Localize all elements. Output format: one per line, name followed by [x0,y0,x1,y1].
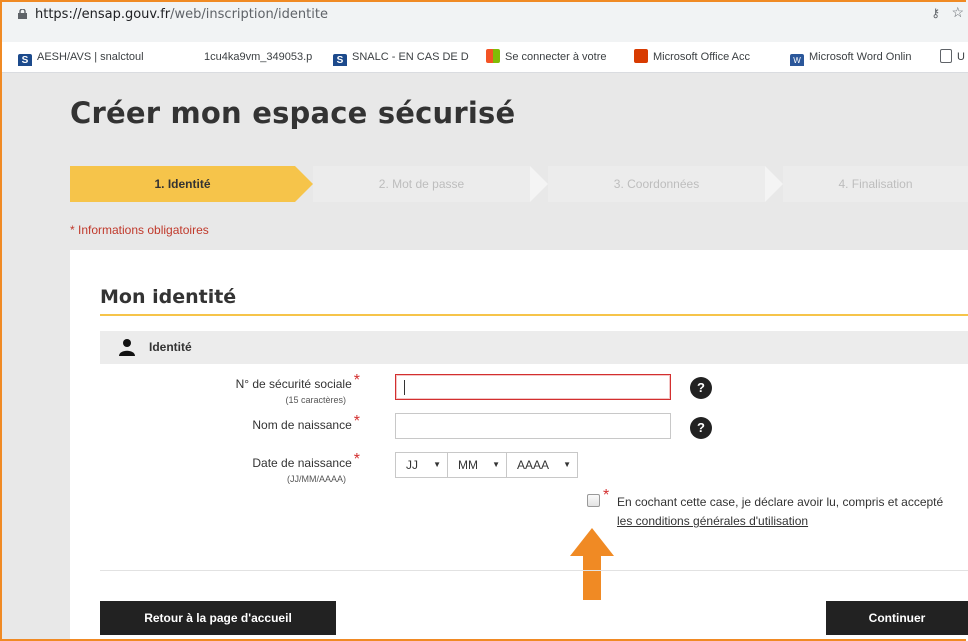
bookmark-word[interactable]: W Microsoft Word Onlin [790,48,930,66]
identity-form-card: Mon identité Identité N° de sécurité soc… [70,250,968,641]
birthname-input[interactable] [395,413,671,439]
cgu-checkbox[interactable] [587,494,600,507]
ssn-help-icon[interactable]: ? [690,377,712,399]
url-field[interactable]: https://ensap.gouv.fr/web/inscription/id… [18,4,328,26]
user-icon [119,339,135,356]
snalc-icon: S [333,54,347,66]
required-star: * [353,372,360,389]
birthdate-label: Date de naissance [252,456,352,470]
bookmark-file[interactable]: 1cu4ka9vm_349053.p [204,48,319,66]
dropdown-arrow-icon: ▼ [563,460,571,469]
snalc-icon: S [18,54,32,66]
continue-button[interactable]: Continuer [826,601,968,635]
word-icon: W [790,54,804,66]
step-finalisation: 4. Finalisation [783,166,968,202]
form-footer-divider [100,570,968,571]
form-title: Mon identité [100,286,237,308]
progress-steps: 1. Identité 2. Mot de passe 3. Coordonné… [70,166,968,202]
bookmark-star-icon[interactable]: ☆ [951,4,964,21]
ssn-input[interactable] [395,374,671,400]
bookmark-aesh[interactable]: S AESH/AVS | snalctoul [18,48,168,66]
section-label: Identité [149,340,192,354]
ssn-hint: (15 caractères) [285,395,346,405]
birthdate-hint: (JJ/MM/AAAA) [286,474,346,484]
url-host: https://ensap.gouv.fr [35,7,171,22]
bookmark-office[interactable]: Microsoft Office Acc [634,48,774,66]
required-star: * [603,487,610,504]
bookmark-doc[interactable]: U [940,48,968,66]
bookmarks-bar: S AESH/AVS | snalctoul 1cu4ka9vm_349053.p… [0,42,968,73]
title-divider [100,314,968,316]
section-header: Identité [100,331,968,364]
microsoft-icon [486,49,500,63]
year-select[interactable]: AAAA ▼ [506,452,578,478]
month-select[interactable]: MM ▼ [447,452,507,478]
cgu-text: En cochant cette case, je déclare avoir … [617,493,947,531]
dropdown-arrow-icon: ▼ [433,460,441,469]
ssn-label-group: N° de sécurité sociale * (15 caractères) [160,372,360,409]
required-star: * [353,413,360,430]
step-mot-de-passe: 2. Mot de passe [313,166,548,202]
cgu-link[interactable]: les conditions générales d'utilisation [617,514,808,528]
day-select[interactable]: JJ ▼ [395,452,448,478]
bookmark-microsoft-login[interactable]: Se connecter à votre [486,48,616,66]
annotation-arrow-icon [570,528,614,600]
ssn-label: N° de sécurité sociale [235,377,352,391]
url-path: /web/inscription/identite [170,7,328,22]
step-coordonnees: 3. Coordonnées [548,166,783,202]
dropdown-arrow-icon: ▼ [492,460,500,469]
birthdate-label-group: Date de naissance * (JJ/MM/AAAA) [160,451,360,488]
cgu-statement: En cochant cette case, je déclare avoir … [617,495,944,509]
document-icon [940,49,952,63]
birthname-label: Nom de naissance [252,418,352,432]
browser-address-bar: https://ensap.gouv.fr/web/inscription/id… [0,0,968,43]
bookmark-snalc[interactable]: S SNALC - EN CAS DE D [333,48,473,66]
birthname-label-group: Nom de naissance * [160,413,360,440]
office-icon [634,49,648,63]
required-note: * Informations obligatoires [70,223,209,237]
required-star: * [353,451,360,468]
lock-icon [18,9,27,19]
step-identite: 1. Identité [70,166,313,202]
key-icon[interactable]: ⚷ [931,6,940,20]
page-title: Créer mon espace sécurisé [70,96,516,130]
text-caret [404,380,405,395]
birthname-help-icon[interactable]: ? [690,417,712,439]
back-home-button[interactable]: Retour à la page d'accueil [100,601,336,635]
